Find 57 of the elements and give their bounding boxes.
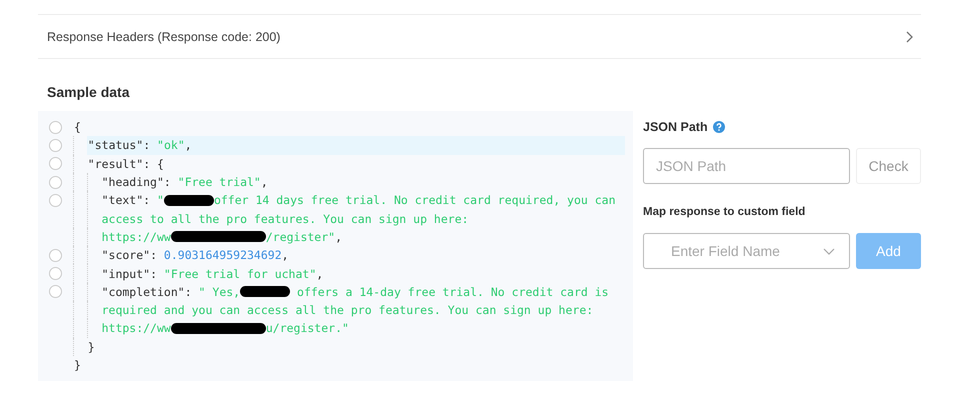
field-name-dropdown[interactable]: Enter Field Name <box>643 233 850 269</box>
json-punctuation: : { <box>143 156 164 171</box>
json-string: "Free trial" <box>178 175 261 190</box>
json-string: https://ww <box>102 230 171 244</box>
json-string: access to all the pro features. You can sign up here: <box>102 212 469 226</box>
json-punctuation: } <box>74 358 81 372</box>
field-label: JSON Path <box>643 120 708 134</box>
json-string: https://ww <box>102 321 171 336</box>
radio-button[interactable] <box>49 248 62 262</box>
radio-button[interactable] <box>49 267 62 280</box>
response-headers-label: Response Headers (Response code: 200) <box>47 30 280 44</box>
redaction-mark <box>240 286 290 298</box>
json-key: "completion" <box>102 284 185 299</box>
json-punctuation: , <box>184 138 192 152</box>
chevron-down-icon <box>823 248 835 254</box>
json-string: offer 14 days free trial. No credit card required, you can <box>214 193 616 208</box>
json-punctuation: { <box>74 120 81 134</box>
json-string: offers a 14-day free trial. No credit card is <box>296 284 609 299</box>
json-string: u/register." <box>266 321 349 336</box>
json-string: " Yes, <box>198 284 240 299</box>
json-key: "status" <box>88 138 144 152</box>
json-number: 0.903164959234692 <box>164 248 282 262</box>
help-icon[interactable] <box>712 121 725 133</box>
json-string: "Free trial for uchat" <box>164 266 316 281</box>
add-button[interactable]: Add <box>856 233 921 269</box>
radio-button[interactable] <box>49 176 62 189</box>
json-string: required and you can access all the pro features. You can sign up here: <box>102 303 594 318</box>
json-punctuation: , <box>260 175 268 190</box>
json-punctuation: : <box>164 175 172 190</box>
json-key: "input" <box>102 266 150 281</box>
field-label: Map response to custom field <box>643 206 806 218</box>
json-string: /register" <box>266 230 336 244</box>
json-key: "heading" <box>102 175 164 190</box>
radio-button[interactable] <box>49 157 62 170</box>
json-string: "ok" <box>157 138 185 152</box>
json-punctuation: , <box>282 248 289 262</box>
json-string: " <box>157 193 164 208</box>
json-punctuation: } <box>88 340 95 354</box>
json-punctuation: , <box>335 230 342 244</box>
radio-button[interactable] <box>49 120 62 134</box>
json-punctuation: : <box>184 284 193 299</box>
radio-button[interactable] <box>49 138 62 152</box>
json-punctuation: : <box>150 266 158 281</box>
radio-button[interactable] <box>49 285 62 298</box>
json-key: "text" <box>102 193 144 208</box>
check-button[interactable]: Check <box>856 148 921 184</box>
json-punctuation: : <box>143 193 152 208</box>
json-punctuation: : <box>143 138 152 152</box>
redaction-mark <box>164 194 214 206</box>
json-key: "result" <box>88 156 144 171</box>
json-punctuation: : <box>150 248 158 262</box>
section-title: Sample data <box>47 84 131 102</box>
json-key: "score" <box>102 248 150 262</box>
json-path-field[interactable]: JSON Path <box>643 148 850 184</box>
radio-button[interactable] <box>49 194 62 207</box>
json-punctuation: , <box>316 266 324 281</box>
response-headers-row[interactable]: Response Headers (Response code: 200) <box>38 14 921 59</box>
